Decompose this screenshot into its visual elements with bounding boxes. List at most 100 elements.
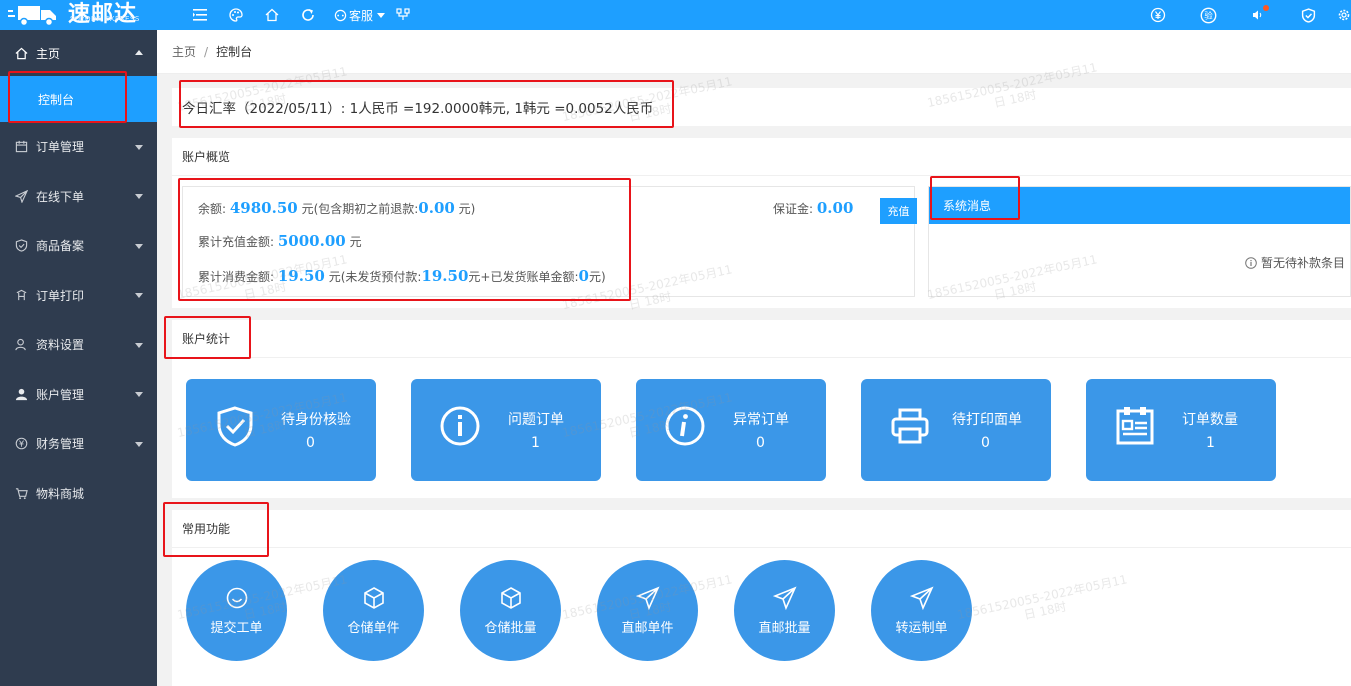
sidebar-item-material-mall[interactable]: 物料商城 — [0, 469, 157, 519]
top-right-toolbar: 验 — [1133, 0, 1351, 30]
breadcrumb-home[interactable]: 主页 — [172, 43, 196, 60]
sidebar-item-label: 订单打印 — [36, 288, 85, 303]
notification-dot — [1263, 5, 1269, 11]
caret-down-icon — [135, 293, 143, 299]
stat-value: 0 — [981, 435, 990, 451]
sidebar-item-product-filing[interactable]: 商品备案 — [0, 221, 157, 271]
stat-label: 订单数量 — [1182, 412, 1238, 428]
breadcrumb-separator: / — [204, 44, 209, 59]
account-icon — [14, 387, 28, 401]
deposit-value: 0.00 — [816, 199, 854, 217]
deposit-line: 保证金: 0.00 — [773, 199, 854, 217]
shield-check-icon[interactable] — [1283, 0, 1333, 30]
function-label: 直邮单件 — [621, 621, 674, 636]
refresh-icon[interactable] — [290, 0, 326, 30]
sidebar-item-label: 账户管理 — [36, 387, 85, 402]
sound-icon[interactable] — [1233, 0, 1283, 30]
caret-down-icon — [135, 392, 143, 398]
shield-icon — [14, 239, 28, 253]
stat-value: 1 — [531, 435, 540, 451]
exchange-rate-text: 今日汇率（2022/05/11）: 1人民币 =192.0000韩元, 1韩元 … — [182, 101, 654, 117]
common-functions-card: 常用功能 提交工单 仓储单件 仓储批量 直邮单件 直邮批量 转运制单 — [172, 510, 1351, 686]
caret-down-icon — [377, 12, 386, 18]
stat-tile-problem-orders[interactable]: 问题订单 1 — [411, 379, 601, 481]
cart-icon — [14, 486, 28, 500]
sidebar-item-label: 财务管理 — [36, 437, 85, 452]
sidebar-item-label: 资料设置 — [36, 338, 85, 353]
recharge-total-value: 5000.00 — [277, 232, 346, 250]
sidebar-item-home[interactable]: 主页 — [0, 30, 157, 76]
top-bar: 速邮达 SUYODA EXPRESS 客服 验 — [0, 0, 1351, 30]
sidebar-item-online-order[interactable]: 在线下单 — [0, 172, 157, 222]
home-icon[interactable] — [254, 0, 290, 30]
stat-label: 异常订单 — [733, 412, 789, 428]
exchange-rate-bar: 今日汇率（2022/05/11）: 1人民币 =192.0000韩元, 1韩元 … — [172, 88, 1351, 126]
submit-ticket-button[interactable]: 提交工单 — [186, 560, 287, 661]
system-message-panel: 系统消息 暂无待补款条目 — [928, 186, 1351, 297]
stat-value: 0 — [756, 435, 765, 451]
sidebar-item-label: 在线下单 — [36, 189, 85, 204]
recharge-total-line: 累计充值金额: 5000.00 元 — [198, 232, 362, 250]
account-stats-title: 账户统计 — [172, 320, 1351, 358]
calendar-icon — [14, 140, 28, 154]
caret-down-icon — [135, 441, 143, 447]
stat-label: 待身份核验 — [281, 412, 351, 428]
sidebar-item-orders[interactable]: 订单管理 — [0, 122, 157, 172]
smile-icon — [226, 587, 248, 609]
breadcrumb: 主页 / 控制台 — [157, 30, 1351, 74]
sidebar-item-label: 订单管理 — [36, 140, 85, 155]
customer-service-label: 客服 — [349, 8, 374, 23]
customer-service-menu[interactable]: 客服 — [334, 7, 386, 24]
account-stats-card: 账户统计 待身份核验 0 问题订单 1 异常订单 0 待打印面单 0 订单数量 … — [172, 320, 1351, 498]
sidebar-item-profile-settings[interactable]: 资料设置 — [0, 320, 157, 370]
function-label: 提交工单 — [210, 621, 263, 636]
stat-tile-pending-print[interactable]: 待打印面单 0 — [861, 379, 1051, 481]
info-icon — [440, 406, 480, 446]
sidebar-item-finance[interactable]: 财务管理 — [0, 419, 157, 469]
recharge-button[interactable]: 充值 — [880, 198, 917, 224]
consume-total-line: 累计消费金额: 19.50 元(未发货预付款:19.50元+已发货账单金额:0元… — [198, 267, 606, 285]
warehouse-single-button[interactable]: 仓储单件 — [323, 560, 424, 661]
verify-icon[interactable]: 验 — [1183, 0, 1233, 30]
box-icon — [501, 587, 521, 609]
direct-mail-batch-button[interactable]: 直邮批量 — [734, 560, 835, 661]
stat-tile-abnormal-orders[interactable]: 异常订单 0 — [636, 379, 826, 481]
stat-tile-order-count[interactable]: 订单数量 1 — [1086, 379, 1276, 481]
caret-down-icon — [135, 194, 143, 200]
stat-value: 0 — [306, 435, 315, 451]
paper-plane-icon — [910, 586, 934, 610]
account-overview-card: 账户概览 余额: 4980.50 元(包含期初之前退款:0.00 元) 累计充值… — [172, 138, 1351, 308]
gear-icon[interactable] — [1333, 0, 1351, 30]
system-message-title: 系统消息 — [929, 187, 1350, 224]
print-icon — [14, 288, 28, 302]
headset-icon — [334, 9, 347, 21]
sidebar-item-label: 物料商城 — [36, 486, 85, 501]
function-label: 仓储单件 — [347, 621, 400, 636]
sidebar-item-account-management[interactable]: 账户管理 — [0, 370, 157, 420]
balance-line: 余额: 4980.50 元(包含期初之前退款:0.00 元) — [198, 199, 476, 217]
shield-check-icon — [217, 406, 253, 447]
sidebar-item-order-print[interactable]: 订单打印 — [0, 271, 157, 321]
palette-icon[interactable] — [218, 0, 254, 30]
consume-total-value: 19.50 — [277, 267, 325, 285]
direct-mail-single-button[interactable]: 直邮单件 — [597, 560, 698, 661]
menu-icon[interactable] — [182, 0, 218, 30]
system-message-empty: 暂无待补款条目 — [1245, 254, 1345, 271]
prepaid-value: 19.50 — [421, 267, 469, 285]
paper-plane-icon — [773, 586, 797, 610]
common-functions-title: 常用功能 — [172, 510, 1351, 548]
yen-icon[interactable] — [1133, 0, 1183, 30]
warehouse-batch-button[interactable]: 仓储批量 — [460, 560, 561, 661]
transship-order-button[interactable]: 转运制单 — [871, 560, 972, 661]
sidebar-item-dashboard[interactable]: 控制台 — [0, 76, 157, 122]
caret-down-icon — [135, 342, 143, 348]
stat-tile-identity-verify[interactable]: 待身份核验 0 — [186, 379, 376, 481]
truck-icon — [8, 6, 56, 26]
main-content: 主页 / 控制台 今日汇率（2022/05/11）: 1人民币 =192.000… — [157, 30, 1351, 686]
stat-label: 待打印面单 — [952, 412, 1022, 428]
hierarchy-icon[interactable] — [385, 0, 421, 30]
sidebar-item-label: 控制台 — [38, 92, 75, 107]
brand-logo[interactable]: 速邮达 SUYODA EXPRESS — [0, 0, 157, 30]
function-label: 仓储批量 — [484, 621, 537, 636]
breadcrumb-current: 控制台 — [216, 45, 253, 59]
